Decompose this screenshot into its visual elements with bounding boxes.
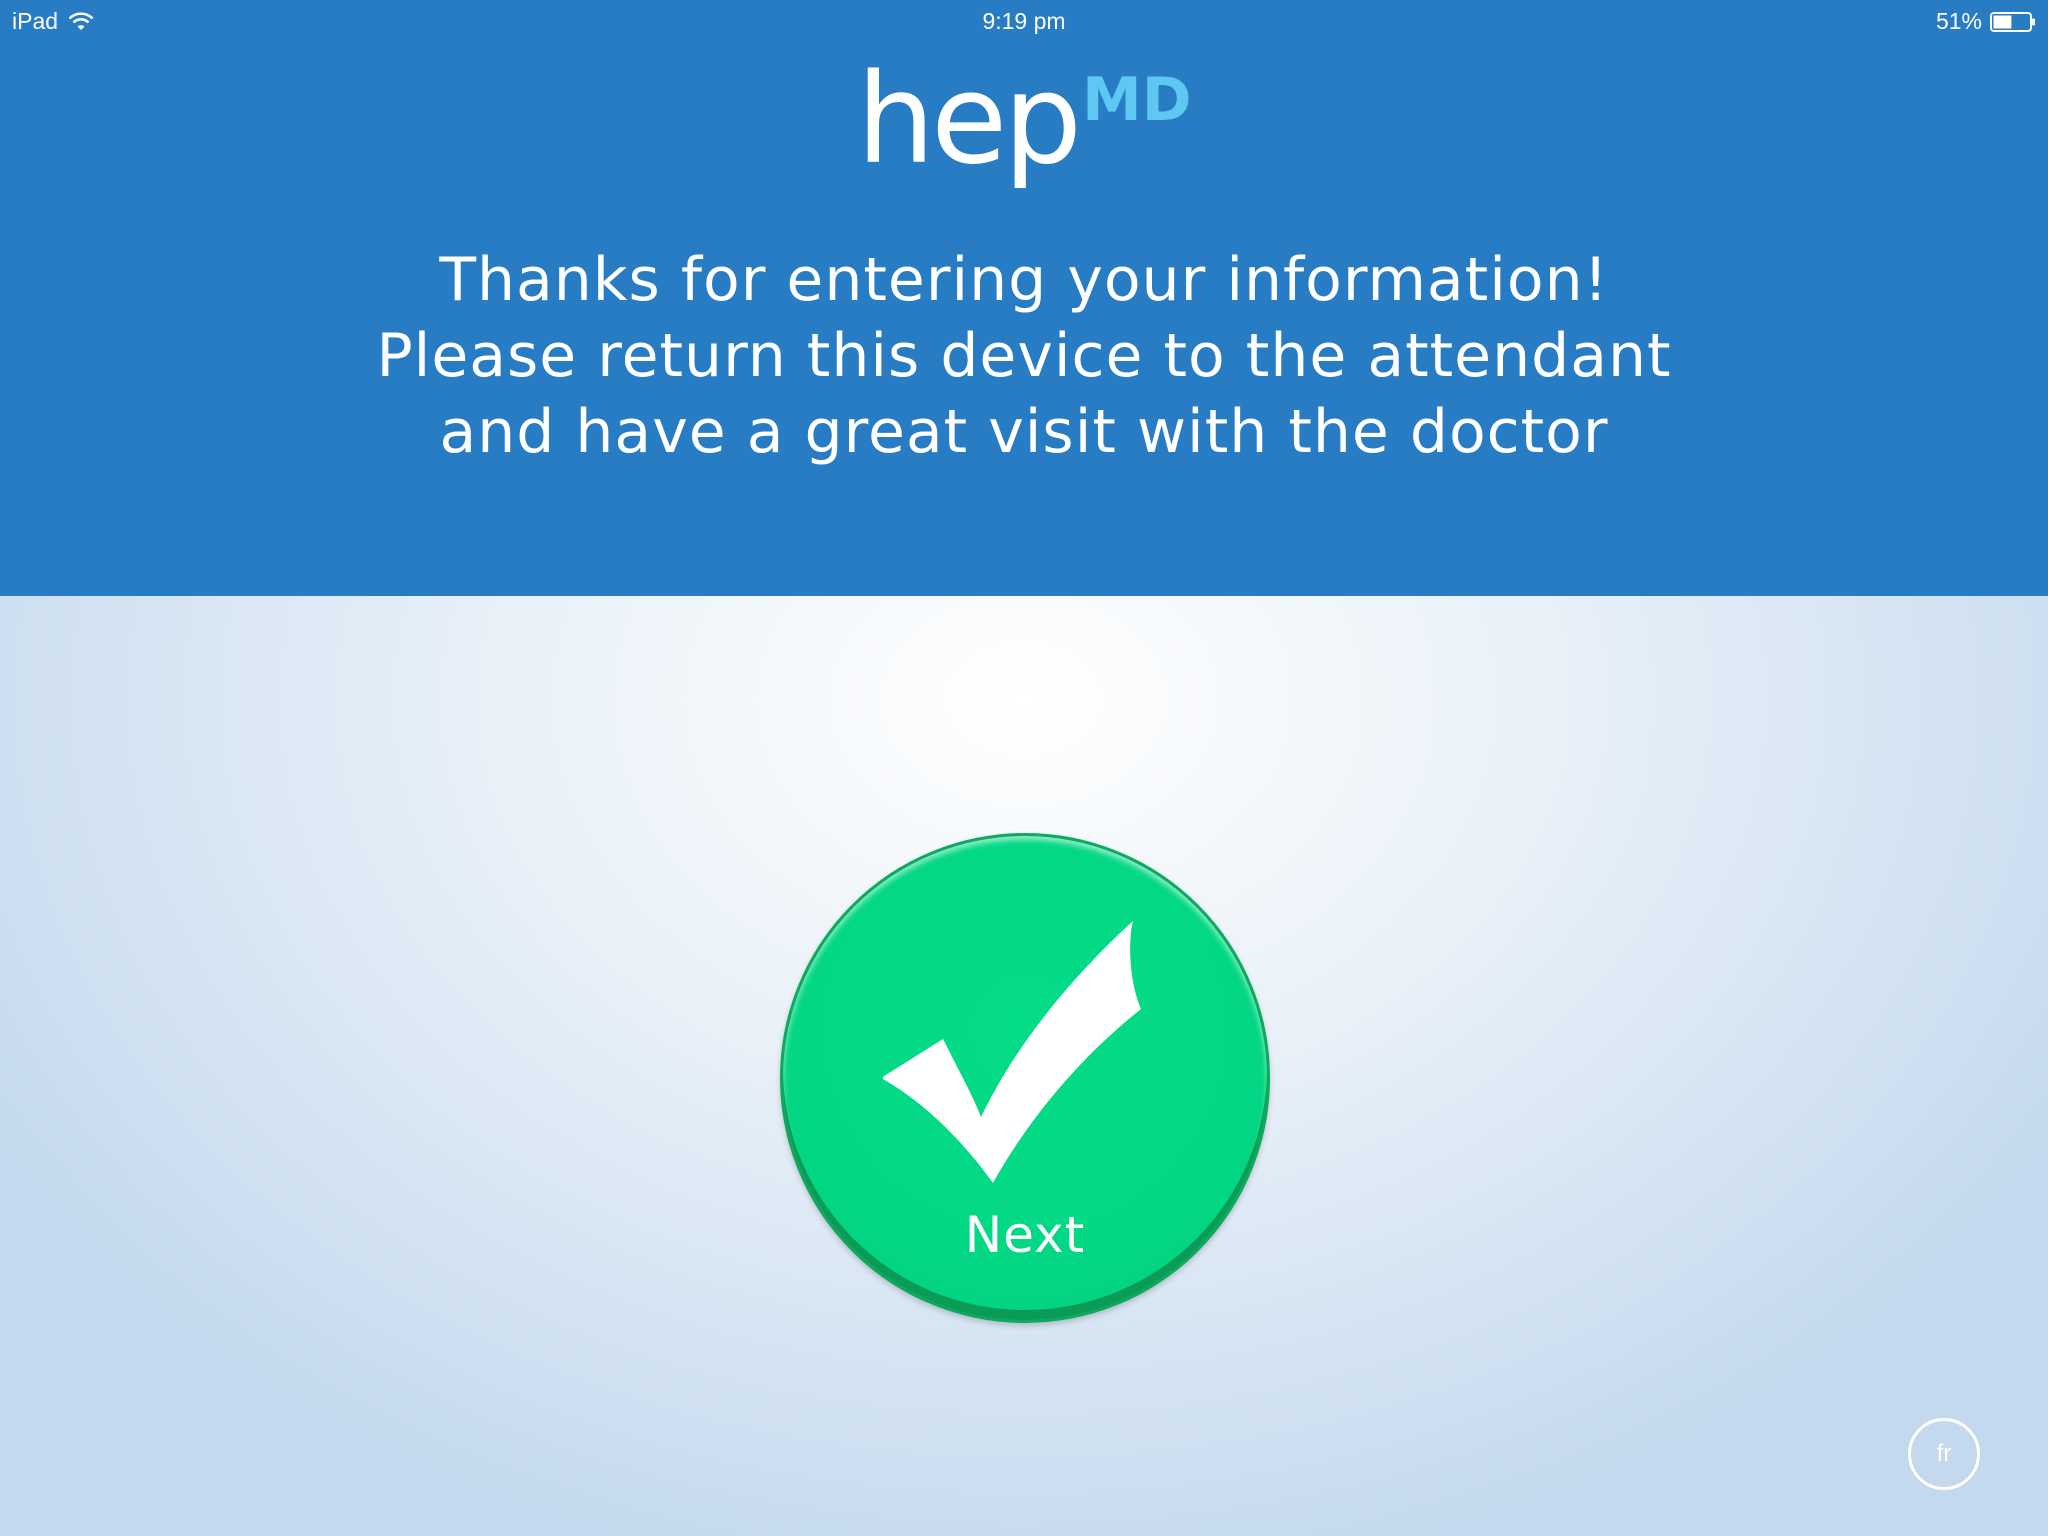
next-button[interactable]: Next (780, 833, 1270, 1323)
language-toggle-button[interactable]: fr (1908, 1418, 1980, 1490)
logo-text: hep (856, 48, 1082, 192)
thank-you-message: Thanks for entering your information! Pl… (0, 242, 2048, 470)
screen: iPad 9:19 pm 51% hepMD Thanks for enteri… (0, 0, 2048, 1536)
status-time: 9:19 pm (982, 8, 1066, 34)
message-line-3: and have a great visit with the doctor (439, 397, 1609, 467)
battery-icon (1990, 11, 2035, 32)
logo-superscript: MD (1082, 65, 1192, 135)
message-line-1: Thanks for entering your information! (439, 245, 1609, 315)
app-logo: hepMD (0, 55, 2048, 185)
status-right: 51% (1936, 8, 2036, 35)
checkmark-icon (883, 921, 1141, 1183)
battery-percent: 51% (1935, 8, 1982, 34)
status-bar: iPad 9:19 pm 51% (0, 0, 2048, 40)
next-button-label: Next (964, 1206, 1086, 1264)
message-line-2: Please return this device to the attenda… (376, 321, 1672, 391)
language-label: fr (1936, 1440, 1952, 1467)
